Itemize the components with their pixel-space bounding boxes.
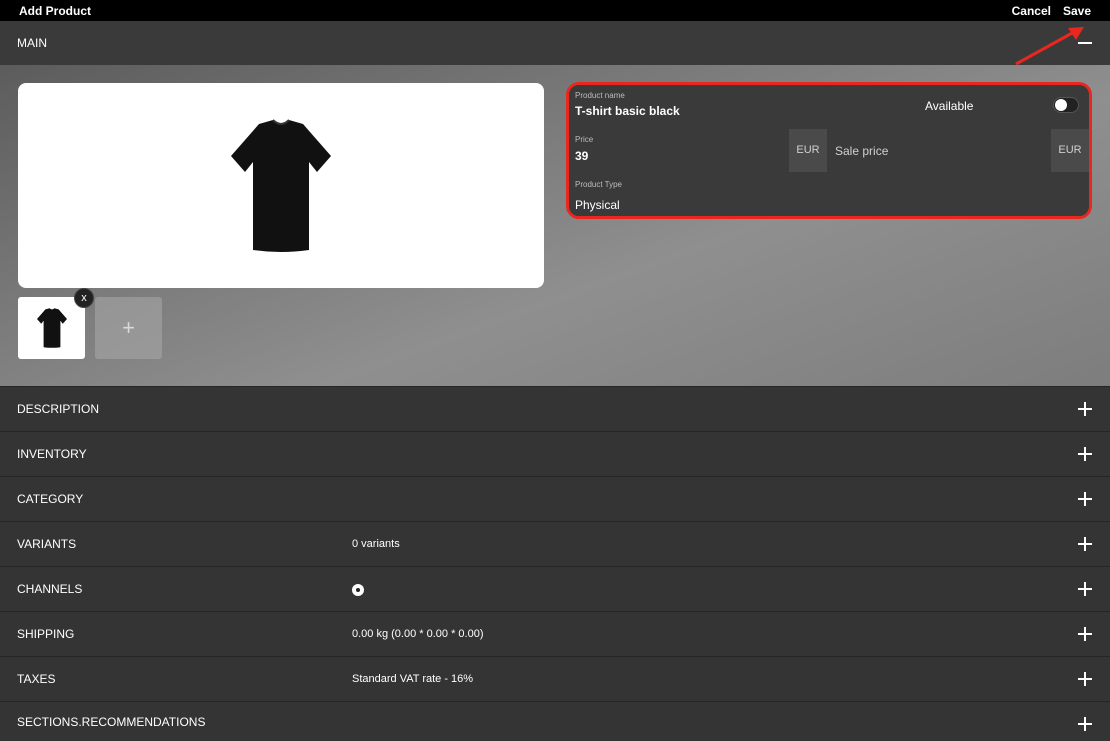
price-field[interactable]: Price 39 — [569, 129, 789, 172]
sale-price-currency-label: EUR — [1058, 144, 1082, 156]
section-title: VARIANTS — [17, 537, 77, 551]
section-shipping[interactable]: SHIPPING 0.00 kg (0.00 * 0.00 * 0.00) — [0, 611, 1110, 656]
section-summary: 0 variants — [352, 538, 400, 550]
plus-icon[interactable] — [1078, 627, 1092, 641]
available-toggle[interactable] — [1053, 97, 1079, 113]
section-variants[interactable]: VARIANTS 0 variants — [0, 521, 1110, 566]
save-button[interactable]: Save — [1063, 4, 1091, 18]
product-name-label: Product name — [575, 91, 625, 100]
plus-icon[interactable] — [1078, 717, 1092, 731]
red-arrow-icon — [1015, 27, 1084, 66]
top-bar: Add Product Cancel Save — [0, 0, 1110, 21]
plus-icon[interactable] — [1078, 492, 1092, 506]
plus-icon[interactable] — [1078, 537, 1092, 551]
toggle-knob — [1055, 99, 1067, 111]
top-actions: Cancel Save — [1012, 4, 1091, 18]
section-recommendations[interactable]: SECTIONS.RECOMMENDATIONS — [0, 701, 1110, 741]
main-section-body: x + Product name T-shirt basic black Ava… — [0, 65, 1110, 387]
available-field: Available — [917, 85, 1089, 127]
product-type-value[interactable]: Physical — [575, 198, 620, 212]
product-name-value[interactable]: T-shirt basic black — [575, 104, 680, 118]
section-title: CHANNELS — [17, 582, 83, 596]
product-type-label: Product Type — [575, 180, 622, 189]
price-label: Price — [575, 135, 594, 144]
product-type-field[interactable]: Product Type Physical — [569, 174, 1089, 216]
plus-icon[interactable] — [1078, 447, 1092, 461]
product-name-field[interactable]: Product name T-shirt basic black — [569, 85, 915, 127]
section-summary: Standard VAT rate - 16% — [352, 673, 474, 685]
price-currency: EUR — [789, 129, 827, 172]
page-title: Add Product — [19, 3, 91, 18]
plus-icon[interactable] — [1078, 582, 1092, 596]
section-channels[interactable]: CHANNELS — [0, 566, 1110, 611]
price-value[interactable]: 39 — [575, 149, 588, 163]
remove-image-button[interactable]: x — [74, 288, 94, 308]
available-label: Available — [925, 99, 974, 113]
add-image-button[interactable]: + — [95, 297, 162, 359]
section-description[interactable]: DESCRIPTION — [0, 386, 1110, 431]
cancel-button[interactable]: Cancel — [1012, 4, 1051, 18]
section-category[interactable]: CATEGORY — [0, 476, 1110, 521]
radio-icon — [352, 584, 364, 596]
section-title: INVENTORY — [17, 447, 87, 461]
main-section-title: MAIN — [17, 36, 47, 50]
sale-price-field[interactable]: Sale price — [829, 129, 1051, 172]
tshirt-image — [231, 118, 331, 252]
product-form: Product name T-shirt basic black Availab… — [566, 82, 1092, 219]
tshirt-thumbnail-image — [36, 308, 67, 348]
section-title: SHIPPING — [17, 627, 75, 641]
section-taxes[interactable]: TAXES Standard VAT rate - 16% — [0, 656, 1110, 701]
section-title: CATEGORY — [17, 492, 84, 506]
main-section-header[interactable]: MAIN — [0, 21, 1110, 65]
plus-icon[interactable] — [1078, 672, 1092, 686]
image-thumbnail[interactable]: x — [18, 288, 94, 359]
sale-price-currency: EUR — [1051, 129, 1089, 172]
plus-icon[interactable] — [1078, 402, 1092, 416]
section-title: DESCRIPTION — [17, 402, 100, 416]
section-title: SECTIONS.RECOMMENDATIONS — [17, 714, 206, 729]
section-summary: 0.00 kg (0.00 * 0.00 * 0.00) — [352, 628, 484, 640]
section-title: TAXES — [17, 672, 56, 686]
section-inventory[interactable]: INVENTORY — [0, 431, 1110, 476]
sale-price-placeholder[interactable]: Sale price — [835, 144, 888, 158]
price-currency-label: EUR — [796, 144, 820, 156]
product-image[interactable] — [18, 83, 544, 288]
